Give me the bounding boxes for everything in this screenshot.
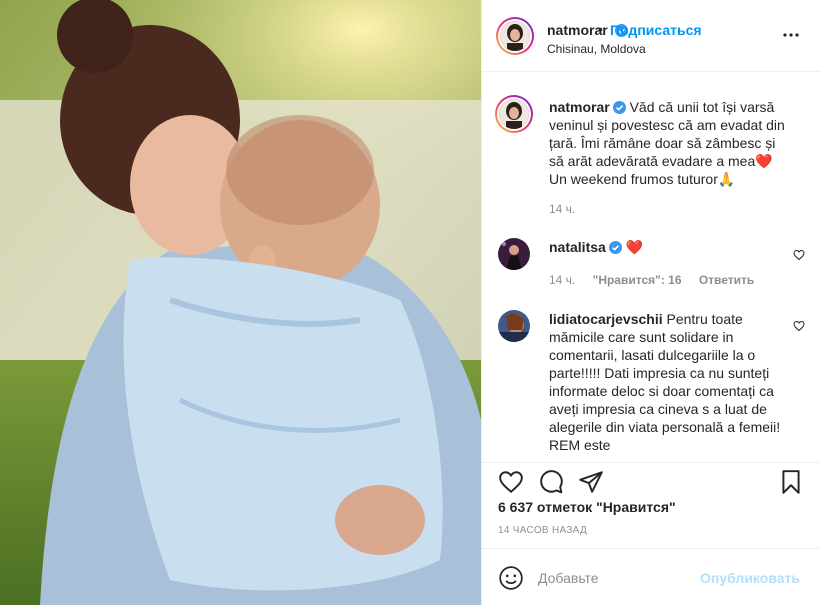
caption-body: natmorar Văd că unii tot își varsă venin… <box>549 98 789 188</box>
comment-like-heart-icon[interactable] <box>793 320 805 332</box>
author-avatar[interactable] <box>496 17 534 55</box>
caption-username[interactable]: natmorar <box>549 99 610 115</box>
caption: natmorar Văd că unii tot își varsă venin… <box>495 95 808 218</box>
share-icon[interactable] <box>578 469 604 495</box>
emoji-icon[interactable] <box>498 565 524 591</box>
caption-time[interactable]: 14 ч. <box>549 202 575 216</box>
comment-body: lidiatocarjevschii Pentru toate mămicile… <box>549 310 789 454</box>
post-photo[interactable] <box>0 0 481 605</box>
more-options-icon[interactable] <box>782 26 800 44</box>
post-actions: 6 637 отметок "Нравится" 14 ЧАСОВ НАЗАД <box>482 462 820 562</box>
comment-like-heart-icon[interactable] <box>793 249 805 261</box>
comment-text: ❤️ <box>625 239 644 255</box>
comment-avatar[interactable] <box>498 238 530 270</box>
photo-illustration <box>0 0 481 605</box>
comment-meta: 14 ч. "Нравится": 16 Ответить <box>549 273 754 287</box>
comment-username[interactable]: natalitsa <box>549 239 606 255</box>
publish-button[interactable]: Опубликовать <box>700 570 800 586</box>
comment-input[interactable] <box>538 568 718 588</box>
verified-icon <box>612 101 626 114</box>
post-location[interactable]: Chisinau, Moldova <box>547 42 646 56</box>
instagram-post-modal: natmorar • Подписаться Chisinau, Moldova <box>0 0 820 605</box>
caption-avatar-image <box>499 99 529 129</box>
comment-likes-count[interactable]: "Нравится": 16 <box>593 273 682 287</box>
heart-icon[interactable] <box>498 469 524 495</box>
comment-avatar[interactable] <box>498 310 530 342</box>
comment-body: natalitsa ❤️ <box>549 238 789 256</box>
follow-button[interactable]: Подписаться <box>610 22 702 38</box>
comment-item: natalitsa ❤️ 14 ч. "Нравится": 16 Ответи… <box>498 238 808 288</box>
bookmark-icon[interactable] <box>778 469 804 495</box>
comment-avatar-image <box>498 310 530 342</box>
comment-reply-button[interactable]: Ответить <box>699 273 754 287</box>
comment-username[interactable]: lidiatocarjevschii <box>549 311 663 327</box>
verified-icon <box>608 241 622 254</box>
comment-text: Pentru toate mămicile care sunt solidare… <box>549 311 781 453</box>
caption-avatar[interactable] <box>495 95 533 133</box>
comment-avatar-image <box>498 238 530 270</box>
comment-time[interactable]: 14 ч. <box>549 273 575 287</box>
comments-list[interactable]: natmorar Văd că unii tot își varsă venin… <box>482 72 820 462</box>
comment-icon[interactable] <box>538 469 564 495</box>
post-header: natmorar • Подписаться Chisinau, Moldova <box>482 0 820 72</box>
add-comment-bar: Опубликовать <box>482 548 820 605</box>
header-separator: • <box>598 21 603 37</box>
post-timestamp[interactable]: 14 ЧАСОВ НАЗАД <box>498 525 587 536</box>
likes-count[interactable]: 6 637 отметок "Нравится" <box>498 499 676 515</box>
author-avatar-image <box>500 21 530 51</box>
post-side-panel: natmorar • Подписаться Chisinau, Moldova <box>481 0 820 605</box>
comment-item: lidiatocarjevschii Pentru toate mămicile… <box>498 310 808 462</box>
